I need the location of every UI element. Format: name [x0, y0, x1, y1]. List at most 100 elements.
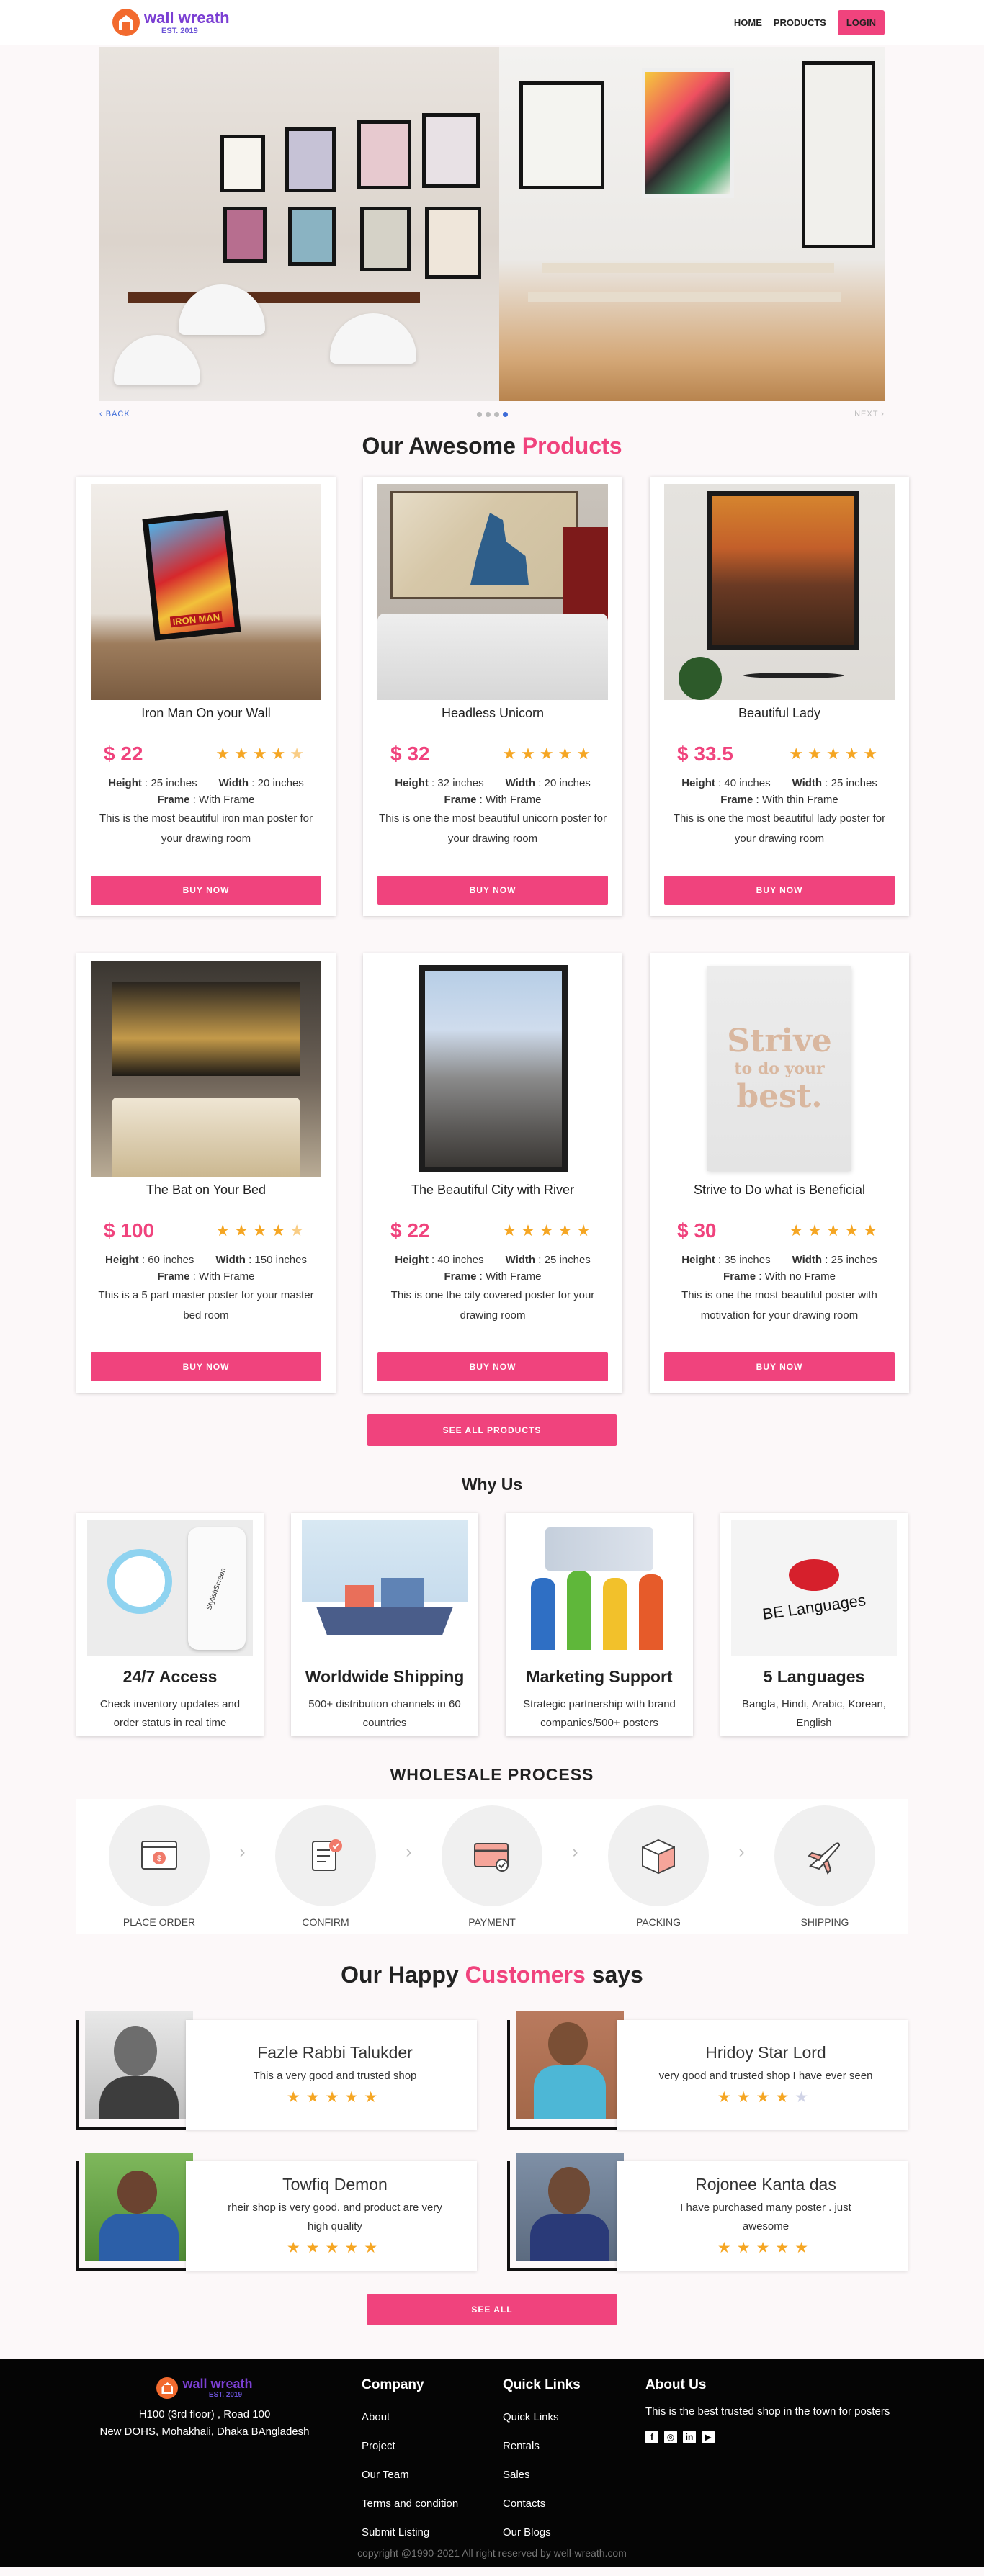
customer-photo: [85, 2153, 193, 2261]
product-image-headless-unicorn[interactable]: [377, 484, 608, 700]
login-button[interactable]: LOGIN: [837, 9, 885, 35]
customer-name: Rojonee Kanta das: [695, 2175, 836, 2194]
step-label: PACKING: [636, 1916, 681, 1928]
product-image-iron-man[interactable]: IRON MAN: [91, 484, 321, 700]
chevron-right-icon: ›: [738, 1842, 745, 1862]
customer-photo: [85, 2011, 193, 2119]
hero-carousel: [99, 47, 885, 401]
buy-now-button[interactable]: BUY NOW: [664, 876, 895, 905]
why-desc: 500+ distribution channels in 60 countri…: [308, 1698, 461, 1729]
buy-now-button[interactable]: BUY NOW: [664, 1352, 895, 1381]
customer-name: Hridoy Star Lord: [705, 2043, 826, 2062]
language-logo-icon: BE Languages: [731, 1520, 897, 1656]
buy-now-button[interactable]: BUY NOW: [377, 1352, 608, 1381]
wholesale-heading: WHOLESALE PROCESS: [390, 1765, 594, 1784]
buy-now-button[interactable]: BUY NOW: [91, 876, 321, 905]
rating-stars: ★★★★★: [286, 2089, 384, 2106]
product-description: This is one the most beautiful lady post…: [673, 812, 886, 845]
product-price: $ 22: [104, 742, 143, 765]
product-description: This is a 5 part master poster for your …: [98, 1289, 314, 1321]
step-label: PLACE ORDER: [122, 1916, 196, 1928]
see-all-testimonials-button[interactable]: SEE ALL: [367, 2294, 617, 2325]
rating-stars: ★★★★★: [215, 1221, 308, 1239]
customer-photo: [516, 2011, 624, 2119]
why-card: BE Languages 5 Languages Bangla, Hindi, …: [720, 1513, 908, 1736]
testimonial-card: Rojonee Kanta das I have purchased many …: [507, 2153, 908, 2271]
why-desc: Bangla, Hindi, Arabic, Korean, English: [741, 1698, 887, 1729]
footer-logo[interactable]: wall wreath EST. 2019: [97, 2377, 313, 2399]
footer-link[interactable]: Submit Listing: [362, 2518, 458, 2547]
nav-link-home[interactable]: HOME: [734, 17, 762, 28]
brand-est: EST. 2019: [161, 26, 198, 35]
testimonial-grid: Fazle Rabbi Talukder This a very good an…: [76, 2011, 908, 2271]
rating-stars: ★★★★★: [215, 745, 308, 763]
browser-order-icon: $: [109, 1805, 210, 1906]
why-title: Marketing Support: [526, 1667, 673, 1686]
footer-about-text: This is the best trusted shop in the tow…: [645, 2405, 890, 2418]
product-name: The Bat on Your Bed: [146, 1182, 267, 1197]
linkedin-icon[interactable]: in: [683, 2431, 696, 2443]
carousel-dot[interactable]: [476, 411, 482, 417]
product-image-strive[interactable]: Strive to do your best.: [664, 961, 895, 1177]
wholesale-step: CONFIRM: [272, 1805, 380, 1928]
footer-link[interactable]: Contacts: [503, 2490, 581, 2518]
carousel-back-button[interactable]: ‹ BACK: [99, 410, 130, 418]
testimonial-card: Fazle Rabbi Talukder This a very good an…: [76, 2011, 477, 2130]
carousel-dot-active[interactable]: [502, 411, 508, 417]
footer-link[interactable]: Terms and condition: [362, 2490, 458, 2518]
buy-now-button[interactable]: BUY NOW: [377, 876, 608, 905]
product-price: $ 100: [104, 1219, 155, 1242]
wholesale-steps: $ PLACE ORDER › CONFIRM › PAYMENT › PACK…: [76, 1799, 908, 1934]
footer-link[interactable]: Project: [362, 2432, 458, 2461]
rating-stars: ★★★★★: [286, 2240, 384, 2256]
customer-quote: This a very good and trusted shop: [253, 2070, 417, 2082]
product-price: $ 30: [677, 1219, 717, 1242]
rating-stars: ★★★★★: [717, 2240, 815, 2256]
instagram-icon[interactable]: ◎: [664, 2431, 677, 2443]
footer-link[interactable]: Our Blogs: [503, 2518, 581, 2547]
customer-quote: very good and trusted shop I have ever s…: [658, 2070, 873, 2082]
credit-card-icon: [442, 1805, 542, 1906]
box-icon: [608, 1805, 709, 1906]
wholesale-step: $ PLACE ORDER: [105, 1805, 213, 1928]
youtube-icon[interactable]: ▶: [702, 2431, 715, 2443]
facebook-icon[interactable]: f: [645, 2431, 658, 2443]
why-card: Marketing Support Strategic partnership …: [506, 1513, 693, 1736]
why-title: 5 Languages: [763, 1667, 865, 1686]
product-image-bat-on-bed[interactable]: [91, 961, 321, 1177]
buy-now-button[interactable]: BUY NOW: [91, 1352, 321, 1381]
customer-name: Fazle Rabbi Talukder: [257, 2043, 413, 2062]
product-description: This is one the most beautiful unicorn p…: [379, 812, 607, 845]
footer-link[interactable]: Our Team: [362, 2461, 458, 2490]
brand-name: wall wreath: [144, 8, 230, 27]
product-name: Iron Man On your Wall: [141, 706, 271, 720]
footer-link[interactable]: Quick Links: [503, 2403, 581, 2432]
product-card: The Bat on Your Bed $ 100 ★★★★★ Height :…: [76, 953, 336, 1393]
product-price: $ 32: [390, 742, 430, 765]
footer-about: About Us This is the best trusted shop i…: [645, 2377, 890, 2443]
product-image-beautiful-lady[interactable]: [664, 484, 895, 700]
footer-link[interactable]: Sales: [503, 2461, 581, 2490]
product-image-city-river[interactable]: [377, 961, 608, 1177]
why-title: 24/7 Access: [122, 1667, 218, 1686]
nav-link-products[interactable]: PRODUCTS: [774, 17, 826, 28]
carousel-dot[interactable]: [485, 411, 491, 417]
page: wall wreath EST. 2019 HOME PRODUCTS LOGI…: [0, 0, 984, 2567]
puzzle-teamwork-icon: [516, 1520, 682, 1656]
alarm-clock-phone-icon: StylishScreen: [87, 1520, 253, 1656]
footer-address: H100 (3rd floor) , Road 100 New DOHS, Mo…: [99, 2408, 310, 2438]
footer-link[interactable]: Rentals: [503, 2432, 581, 2461]
chevron-right-icon: ›: [239, 1842, 246, 1862]
see-all-products-button[interactable]: SEE ALL PRODUCTS: [367, 1414, 617, 1446]
svg-text:$: $: [157, 1854, 161, 1863]
brand-logo[interactable]: wall wreath EST. 2019: [112, 9, 230, 36]
product-name: Strive to Do what is Beneficial: [693, 1182, 866, 1197]
airplane-icon: [774, 1805, 875, 1906]
footer-link[interactable]: About: [362, 2403, 458, 2432]
checklist-icon: [275, 1805, 376, 1906]
footer-brand: wall wreath EST. 2019 H100 (3rd floor) ,…: [97, 2377, 313, 2441]
nav-menu: HOME PRODUCTS LOGIN: [734, 9, 885, 35]
carousel-dot[interactable]: [493, 411, 499, 417]
carousel-next-button[interactable]: NEXT ›: [854, 410, 885, 418]
why-desc: Check inventory updates and order status…: [99, 1698, 241, 1729]
